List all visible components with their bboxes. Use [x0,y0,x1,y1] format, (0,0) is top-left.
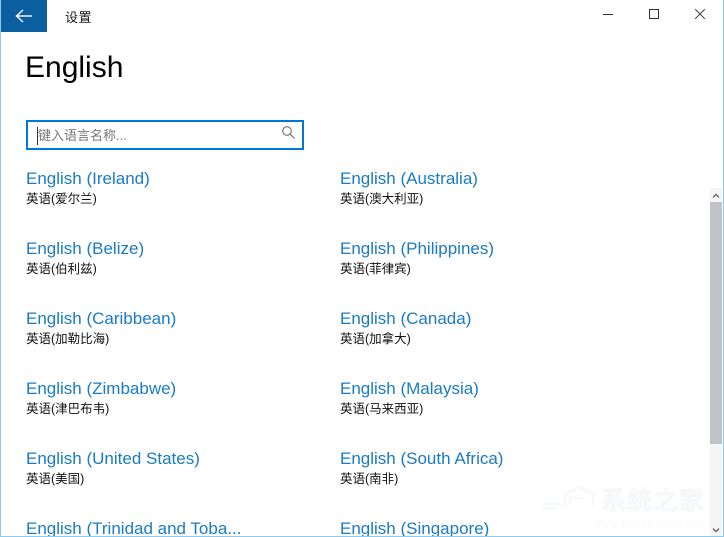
language-list-item[interactable]: English (Zimbabwe) 英语(津巴布韦) [1,371,315,441]
language-native-name: 英语(爱尔兰) [26,192,97,207]
back-button[interactable] [1,0,47,32]
language-list-item[interactable]: English (Canada) 英语(加拿大) [315,301,707,371]
search-box[interactable] [26,120,304,150]
language-name: English (Trinidad and Toba... [26,519,242,537]
close-icon [694,7,706,25]
chevron-down-icon [712,520,720,536]
search-icon [281,125,296,145]
window-controls [585,0,723,32]
settings-window: 设置 English 键入语言名称... English (Ireland) 英… [0,0,724,537]
language-list-item[interactable]: English (Belize) 英语(伯利兹) [1,231,315,301]
close-button[interactable] [677,0,723,32]
language-native-name: 英语(南非) [340,472,399,487]
app-title: 设置 [65,9,93,25]
language-name: English (South Africa) [340,449,504,468]
language-list-item[interactable]: English (United States) 英语(美国) [1,441,315,511]
language-name: English (Singapore) [340,519,490,537]
language-list-item[interactable]: English (Ireland) 英语(爱尔兰) [1,161,315,231]
language-native-name: 英语(伯利兹) [26,262,97,277]
maximize-icon [648,7,660,25]
minimize-icon [602,7,614,25]
language-name: English (Caribbean) [26,309,177,328]
language-native-name: 英语(美国) [26,472,85,487]
maximize-button[interactable] [631,0,677,32]
language-native-name: 英语(菲律宾) [340,262,411,277]
language-name: English (Zimbabwe) [26,379,177,398]
language-native-name: 英语(澳大利亚) [340,192,424,207]
scrollbar-track[interactable] [710,202,722,522]
language-native-name: 英语(加拿大) [340,332,411,347]
language-list-item[interactable]: English (Trinidad and Toba... [1,511,315,537]
search-button[interactable] [274,122,302,148]
language-list-item[interactable]: English (Malaysia) 英语(马来西亚) [315,371,707,441]
language-name: English (Australia) [340,169,478,188]
scrollbar-thumb[interactable] [710,202,722,444]
language-name: English (Belize) [26,239,145,258]
text-caret [37,127,38,145]
language-list-item[interactable]: English (South Africa) 英语(南非) [315,441,707,511]
vertical-scrollbar[interactable] [710,188,722,536]
back-arrow-icon [14,8,34,24]
language-name: English (Philippines) [340,239,495,258]
scroll-down-button[interactable] [710,522,722,536]
language-name: English (Malaysia) [340,379,479,398]
scroll-up-button[interactable] [710,188,722,202]
language-list-item[interactable]: English (Singapore) [315,511,707,537]
language-list-item[interactable]: English (Caribbean) 英语(加勒比海) [1,301,315,371]
language-list[interactable]: English (Ireland) 英语(爱尔兰) English (Austral… [1,161,723,537]
language-list-item[interactable]: English (Philippines) 英语(菲律宾) [315,231,707,301]
language-native-name: 英语(加勒比海) [26,332,110,347]
search-input[interactable] [28,122,274,148]
language-list-item[interactable]: English (Australia) 英语(澳大利亚) [315,161,707,231]
content-area: English English (Ireland)英语(爱尔兰)English … [1,33,723,537]
page-title: English [25,51,124,84]
language-native-name: 英语(津巴布韦) [26,402,110,417]
language-name: English (United States) [26,449,200,468]
title-bar: 设置 [1,0,723,33]
language-name: English (Ireland) [26,169,150,188]
language-native-name: 英语(马来西亚) [340,402,424,417]
minimize-button[interactable] [585,0,631,32]
language-name: English (Canada) [340,309,472,328]
